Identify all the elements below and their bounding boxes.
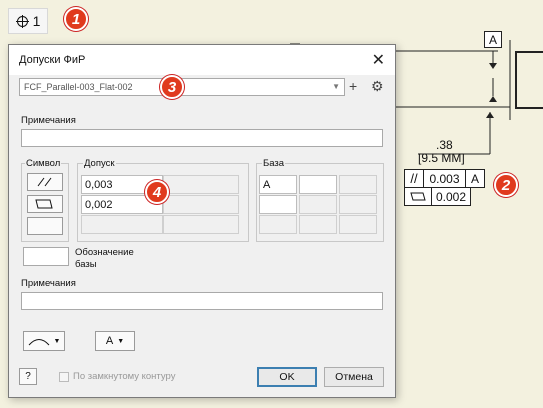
help-button[interactable]: ? [19, 368, 37, 385]
tolerance-label: Допуск [83, 158, 116, 169]
datum-2-primary[interactable] [259, 195, 297, 214]
datum-3-secondary[interactable] [299, 215, 337, 234]
closed-loop-label: По замкнутому контуру [73, 371, 176, 382]
symbol-empty-button[interactable] [27, 217, 63, 235]
fcf-tool-button[interactable]: 1 [8, 8, 48, 34]
dimension-alt-text: [9.5 MM] [418, 151, 465, 165]
tolerance-3-input[interactable] [81, 215, 163, 234]
closed-loop-checkbox[interactable]: По замкнутому контуру [59, 371, 175, 382]
close-icon[interactable]: ✕ [372, 50, 385, 70]
tolerance-2-extra[interactable] [163, 195, 239, 214]
ok-button[interactable]: OK [257, 367, 317, 387]
chevron-down-icon: ▼ [117, 337, 125, 345]
tolerance-1-extra[interactable] [163, 175, 239, 194]
callout-badge-3: 3 [160, 75, 184, 99]
parallelism-icon [37, 177, 52, 187]
chevron-down-icon: ▼ [53, 337, 61, 345]
datum-3-tertiary[interactable] [339, 215, 377, 234]
notes-bottom-input[interactable] [21, 292, 383, 310]
datum-2-secondary[interactable] [299, 195, 337, 214]
datum-2-tertiary[interactable] [339, 195, 377, 214]
fcf-row1-datum: A [465, 169, 485, 188]
callout-badge-4: 4 [145, 180, 169, 204]
gear-icon[interactable]: ⚙ [371, 78, 384, 95]
chevron-down-icon: ▼ [332, 82, 340, 91]
parallelism-symbol-icon: // [404, 169, 424, 188]
dimension-main-text: .38 [436, 138, 453, 152]
leader-style-dropdown[interactable]: ▼ [23, 331, 65, 351]
add-style-icon[interactable]: + [349, 78, 357, 94]
symbol-flatness-button[interactable] [27, 195, 63, 213]
notes-bottom-label: Примечания [21, 278, 76, 289]
datum-label: База [262, 158, 286, 169]
drawing-datum-a: A [484, 31, 502, 48]
symbol-label: Символ [25, 158, 62, 169]
datum-dropdown-value: A [105, 335, 114, 347]
symbol-parallelism-button[interactable] [27, 173, 63, 191]
datum-1-primary[interactable]: A [259, 175, 297, 194]
checkbox-box[interactable] [59, 371, 69, 382]
dialog-title: Допуски ФиР [19, 54, 86, 66]
help-icon: ? [25, 371, 31, 382]
style-combo-value: FCF_Parallel-003_Flat-002 [24, 82, 133, 92]
flatness-icon [35, 199, 53, 209]
datum-identifier-label-1: Обозначение [75, 247, 134, 258]
notes-top-label: Примечания [21, 115, 76, 126]
datum-3-primary[interactable] [259, 215, 297, 234]
callout-badge-2: 2 [494, 173, 518, 197]
gdt-dialog: Допуски ФиР ✕ FCF_Parallel-003_Flat-002 … [8, 44, 396, 398]
dimension-arrow [489, 96, 497, 102]
fcf-row1-value: 0.003 [423, 169, 466, 188]
datum-identifier-label-2: базы [75, 259, 97, 270]
fcf-leader-arrow [486, 112, 494, 118]
datum-arrow [489, 63, 497, 69]
dialog-titlebar: Допуски ФиР ✕ [9, 45, 395, 75]
position-symbol-icon [15, 14, 29, 28]
flatness-symbol-icon [404, 187, 432, 206]
callout-badge-1: 1 [64, 7, 88, 31]
notes-top-input[interactable] [21, 129, 383, 147]
datum-dropdown[interactable]: A ▼ [95, 331, 135, 351]
part-outline [515, 51, 543, 109]
datum-identifier-input[interactable] [23, 247, 69, 266]
datum-1-secondary[interactable] [299, 175, 337, 194]
fcf-row2-value: 0.002 [431, 187, 471, 206]
datum-1-tertiary[interactable] [339, 175, 377, 194]
arc-leader-icon [28, 339, 49, 346]
fcf-tool-count: 1 [32, 13, 41, 29]
tolerance-3-extra[interactable] [163, 215, 239, 234]
cancel-button[interactable]: Отмена [324, 367, 384, 387]
